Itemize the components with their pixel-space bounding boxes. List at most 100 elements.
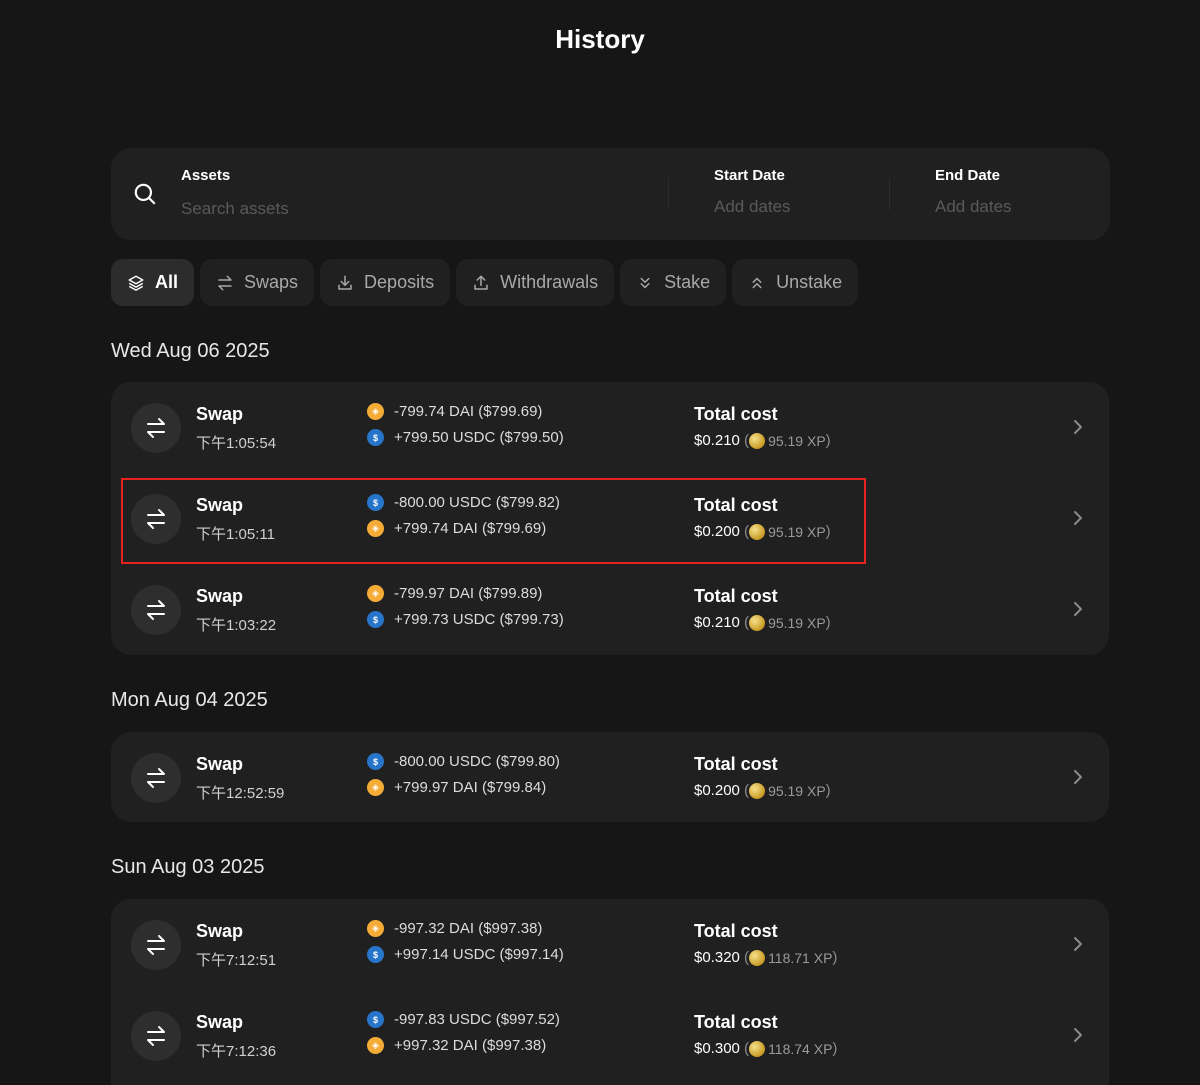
xp-paren-open: ( bbox=[739, 432, 750, 449]
amount-text: +799.97 DAI ($799.84) bbox=[394, 779, 547, 796]
transaction-type: Swap bbox=[196, 404, 244, 424]
filter-deposits-label: Deposits bbox=[364, 272, 435, 292]
chevron-right-icon[interactable] bbox=[1071, 935, 1085, 953]
filter-withdrawals-label: Withdrawals bbox=[500, 272, 599, 292]
total-cost-label: Total cost bbox=[694, 921, 778, 941]
amount-text: +997.14 USDC ($997.14) bbox=[394, 946, 564, 963]
filter-deposits[interactable]: Deposits bbox=[320, 259, 451, 306]
upload-icon bbox=[474, 275, 488, 290]
cost-value: $0.200 bbox=[694, 782, 740, 799]
xp-value: 118.74 XP bbox=[768, 1040, 833, 1057]
chevron-right-icon[interactable] bbox=[1071, 768, 1085, 786]
transaction-row[interactable]: Swap 下午12:52:59 $ -800.00 USDC ($799.80) … bbox=[111, 732, 1109, 822]
cost-value: $0.210 bbox=[694, 614, 740, 631]
xp-paren-open: ( bbox=[739, 523, 750, 540]
chevron-right-icon[interactable] bbox=[1071, 1026, 1085, 1044]
total-cost-label: Total cost bbox=[694, 495, 778, 515]
search-filter-bar: Assets Search assets Start Date Add date… bbox=[111, 148, 1110, 240]
swap-icon bbox=[131, 403, 181, 453]
search-icon bbox=[134, 183, 156, 205]
date-heading: Sun Aug 03 2025 bbox=[111, 856, 265, 878]
transaction-type: Swap bbox=[196, 586, 244, 606]
transaction-type: Swap bbox=[196, 921, 244, 941]
filter-withdrawals[interactable]: Withdrawals bbox=[456, 259, 615, 306]
total-cost: $0.320 (118.71 XP) bbox=[694, 949, 837, 966]
start-date-input[interactable]: Add dates bbox=[714, 197, 791, 217]
date-heading: Mon Aug 04 2025 bbox=[111, 689, 268, 711]
total-cost: $0.210 (95.19 XP) bbox=[694, 432, 831, 449]
end-date-input[interactable]: Add dates bbox=[935, 197, 1012, 217]
divider bbox=[889, 178, 890, 210]
chevron-right-icon[interactable] bbox=[1071, 509, 1085, 527]
total-cost-label: Total cost bbox=[694, 1012, 778, 1032]
amount-line: ◈ +997.32 DAI ($997.38) bbox=[367, 1037, 546, 1054]
assets-search-input[interactable]: Search assets bbox=[181, 199, 289, 219]
date-heading: Wed Aug 06 2025 bbox=[111, 340, 270, 362]
filter-tabs: All Swaps Deposits Withdrawals Stake Uns… bbox=[111, 259, 859, 306]
transaction-type: Swap bbox=[196, 495, 244, 515]
filter-stake-label: Stake bbox=[664, 272, 711, 292]
filter-stake[interactable]: Stake bbox=[620, 259, 727, 306]
amount-text: +997.32 DAI ($997.38) bbox=[394, 1037, 547, 1054]
xp-value: 95.19 XP bbox=[768, 432, 826, 449]
transaction-group: Swap 下午7:12:51 ◈ -997.32 DAI ($997.38) $ +… bbox=[111, 899, 1109, 1085]
xp-coin-icon bbox=[749, 523, 766, 540]
usdc-icon: $ bbox=[367, 429, 384, 446]
transaction-time: 下午7:12:51 bbox=[196, 952, 277, 969]
amount-line: ◈ -799.97 DAI ($799.89) bbox=[367, 585, 542, 602]
amount-text: +799.74 DAI ($799.69) bbox=[394, 520, 547, 537]
transaction-row[interactable]: Swap 下午1:05:11 $ -800.00 USDC ($799.82) ◈… bbox=[111, 473, 1109, 563]
xp-value: 118.71 XP bbox=[768, 949, 833, 966]
filter-all[interactable]: All bbox=[111, 259, 195, 306]
cost-value: $0.300 bbox=[694, 1040, 740, 1057]
filter-unstake[interactable]: Unstake bbox=[732, 259, 859, 306]
transaction-row[interactable]: Swap 下午1:05:54 ◈ -799.74 DAI ($799.69) $ +… bbox=[111, 382, 1109, 472]
dai-icon: ◈ bbox=[367, 920, 384, 937]
xp-paren-open: ( bbox=[739, 949, 750, 966]
amount-line: $ +997.14 USDC ($997.14) bbox=[367, 946, 564, 963]
amount-line: ◈ -997.32 DAI ($997.38) bbox=[367, 920, 542, 937]
swap-icon bbox=[131, 1011, 181, 1061]
filter-all-label: All bbox=[155, 272, 179, 292]
xp-value: 95.19 XP bbox=[768, 614, 826, 631]
amount-text: -997.83 USDC ($997.52) bbox=[394, 1011, 560, 1028]
transaction-row[interactable]: Swap 下午7:12:36 $ -997.83 USDC ($997.52) ◈… bbox=[111, 990, 1109, 1080]
usdc-icon: $ bbox=[367, 946, 384, 963]
total-cost-label: Total cost bbox=[694, 586, 778, 606]
total-cost-label: Total cost bbox=[694, 404, 778, 424]
cost-value: $0.200 bbox=[694, 523, 740, 540]
chevrons-down-icon bbox=[640, 277, 650, 288]
transaction-group: Swap 下午1:05:54 ◈ -799.74 DAI ($799.69) $ +… bbox=[111, 382, 1109, 655]
xp-paren-close: ) bbox=[832, 949, 838, 966]
total-cost: $0.210 (95.19 XP) bbox=[694, 614, 831, 631]
xp-coin-icon bbox=[749, 782, 766, 799]
swap-icon bbox=[131, 753, 181, 803]
xp-paren-close: ) bbox=[825, 432, 831, 449]
cost-value: $0.210 bbox=[694, 432, 740, 449]
transaction-time: 下午7:12:36 bbox=[196, 1043, 277, 1060]
dai-icon: ◈ bbox=[367, 585, 384, 602]
cost-value: $0.320 bbox=[694, 949, 740, 966]
amount-text: -800.00 USDC ($799.82) bbox=[394, 494, 560, 511]
total-cost: $0.300 (118.74 XP) bbox=[694, 1040, 837, 1057]
chevron-right-icon[interactable] bbox=[1071, 418, 1085, 436]
xp-coin-icon bbox=[749, 1040, 766, 1057]
xp-coin-icon bbox=[749, 432, 766, 449]
usdc-icon: $ bbox=[367, 753, 384, 770]
xp-paren-close: ) bbox=[825, 523, 831, 540]
swap-icon bbox=[131, 920, 181, 970]
transaction-row[interactable]: Swap 下午1:03:22 ◈ -799.97 DAI ($799.89) $ +… bbox=[111, 564, 1109, 654]
amount-line: ◈ -799.74 DAI ($799.69) bbox=[367, 403, 542, 420]
transaction-group: Swap 下午12:52:59 $ -800.00 USDC ($799.80) … bbox=[111, 732, 1109, 822]
amount-line: $ -800.00 USDC ($799.82) bbox=[367, 494, 560, 511]
chevron-right-icon[interactable] bbox=[1071, 600, 1085, 618]
assets-label: Assets bbox=[181, 167, 231, 184]
xp-paren-open: ( bbox=[739, 1040, 750, 1057]
xp-paren-close: ) bbox=[832, 1040, 838, 1057]
transaction-row[interactable]: Swap 下午7:12:51 ◈ -997.32 DAI ($997.38) $ +… bbox=[111, 899, 1109, 989]
xp-paren-open: ( bbox=[739, 614, 750, 631]
filter-swaps[interactable]: Swaps bbox=[200, 259, 315, 306]
usdc-icon: $ bbox=[367, 494, 384, 511]
amount-line: $ +799.50 USDC ($799.50) bbox=[367, 429, 564, 446]
transaction-time: 下午1:05:54 bbox=[196, 435, 277, 452]
